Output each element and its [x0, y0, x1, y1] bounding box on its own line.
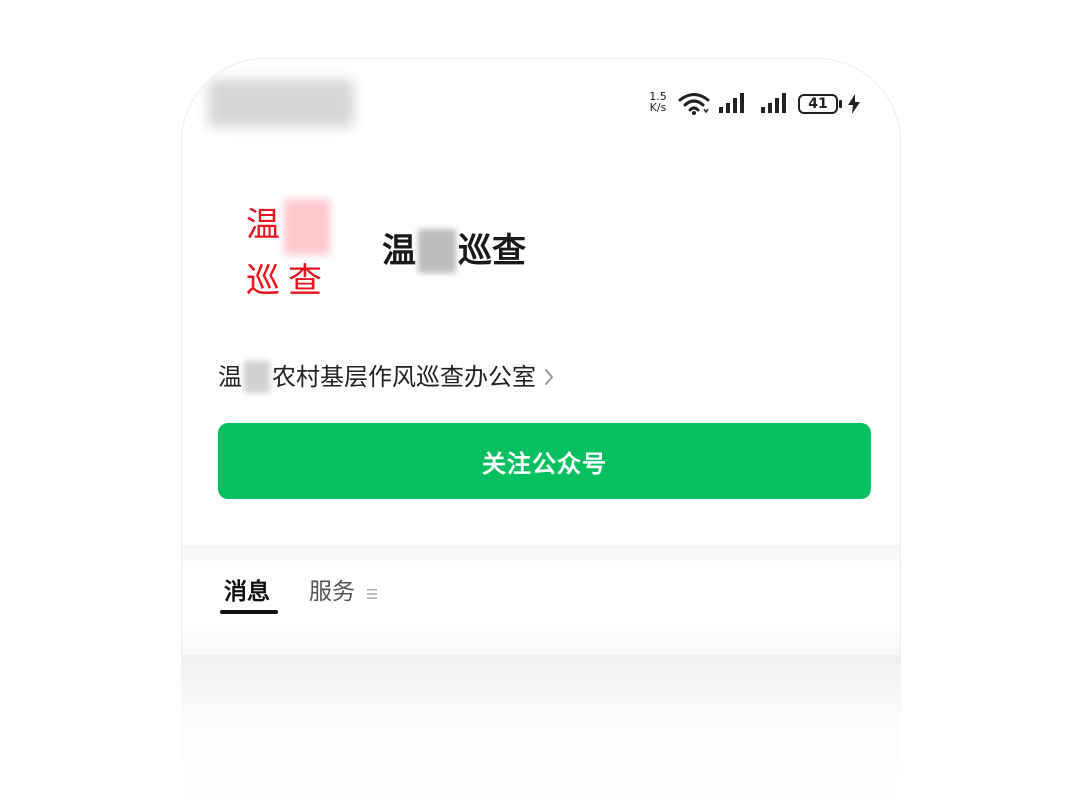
battery-icon: 41 [798, 94, 838, 114]
org-name-suffix: 农村基层作风巡查办公室 [272, 363, 536, 391]
logo-blurred-char [284, 199, 330, 255]
account-name-redacted [418, 229, 456, 273]
signal-icon [761, 93, 786, 113]
network-speed-unit: K/s [649, 101, 667, 114]
battery-tip [839, 100, 842, 108]
charging-icon [848, 94, 860, 114]
reflection-fade [181, 655, 901, 810]
phone-screen: 1.5 K/s 41 温 巡 查 温 巡查 温 农村基层作风巡查办公室 关注公众… [181, 58, 901, 661]
chevron-right-icon [545, 369, 553, 385]
account-name-suffix: 巡查 [458, 231, 526, 271]
tab-messages[interactable]: 消息 [224, 575, 270, 609]
tab-services[interactable]: 服务 [309, 575, 355, 609]
account-organization-link[interactable]: 温 农村基层作风巡查办公室 [218, 359, 554, 395]
logo-char: 温 [246, 205, 280, 245]
follow-button[interactable]: 关注公众号 [218, 423, 871, 499]
account-name: 温 巡查 [382, 229, 526, 273]
logo-char: 查 [288, 261, 322, 301]
battery-level: 41 [808, 96, 828, 112]
menu-icon[interactable] [366, 588, 378, 600]
section-divider [182, 545, 900, 573]
tab-active-indicator [220, 610, 278, 614]
signal-icon [719, 93, 744, 113]
account-name-prefix: 温 [382, 231, 416, 271]
logo-char: 巡 [246, 261, 280, 301]
org-name-redacted [244, 361, 270, 393]
status-time-blurred [208, 79, 354, 127]
network-speed: 1.5 K/s [644, 91, 672, 113]
wifi-icon [678, 93, 710, 115]
account-avatar[interactable]: 温 巡 查 [222, 199, 330, 309]
org-name-prefix: 温 [218, 363, 242, 391]
